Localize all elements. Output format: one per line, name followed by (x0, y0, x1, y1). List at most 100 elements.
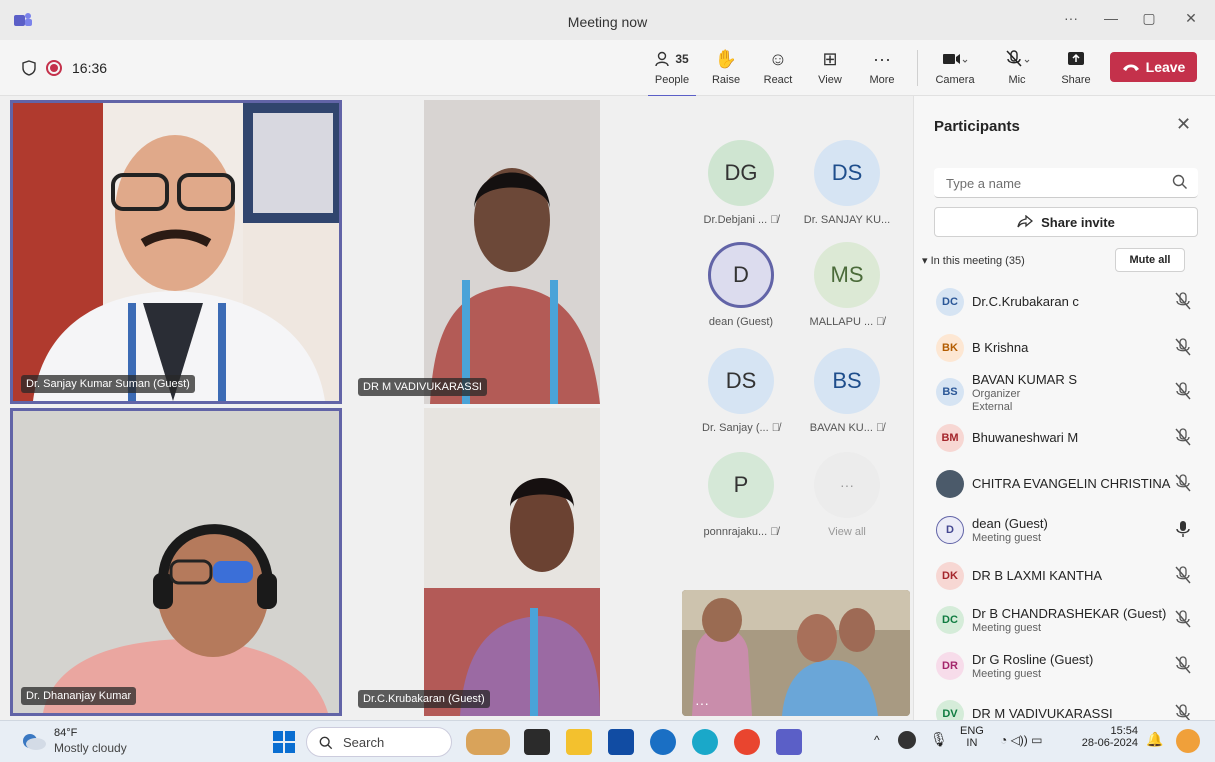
mic-off-icon: 🎙̸ (770, 526, 779, 538)
network-volume-battery-icons[interactable]: ◔ ◁)) ▭ (1000, 733, 1042, 747)
share-label: Share (1061, 74, 1091, 86)
widgets-icon[interactable] (466, 729, 510, 755)
participant-row[interactable]: DC Dr.C.Krubakaran c (934, 282, 1198, 322)
video-stage: Dr. Sanjay Kumar Suman (Guest) DR M VADI… (0, 96, 912, 720)
ellipsis-icon: ··· (873, 49, 891, 69)
avatar-name: Dr. Sanjay (... (702, 422, 769, 434)
participant-row[interactable]: CHITRA EVANGELIN CHRISTINA (934, 464, 1198, 504)
recording-icon (46, 60, 62, 76)
shield-icon[interactable] (22, 60, 36, 76)
mic-off-icon: 🎙̸ (875, 422, 885, 434)
avatar-tile[interactable]: DG Dr.Debjani ... 🎙̸ (686, 140, 796, 226)
mic-off-icon[interactable] (1174, 292, 1192, 310)
participant-role: Organizer (972, 388, 1021, 400)
mic-off-icon[interactable] (1174, 338, 1192, 356)
tray-app-icon[interactable] (898, 731, 916, 749)
grid-icon: ⊞ (822, 49, 838, 69)
view-all-button[interactable]: ··· View all (792, 452, 902, 538)
people-button[interactable]: 35 People (648, 46, 696, 97)
video-tile[interactable]: Dr. Sanjay Kumar Suman (Guest) (10, 100, 342, 404)
avatar: DS (814, 140, 880, 206)
mic-on-icon[interactable] (1174, 520, 1192, 538)
participant-name: Dr G Rosline (Guest) (972, 652, 1094, 667)
view-button[interactable]: ⊞ View (806, 46, 854, 92)
camera-button[interactable]: Camera (928, 46, 982, 92)
mic-off-icon[interactable] (1174, 474, 1192, 492)
participant-video (424, 408, 600, 716)
leave-button[interactable]: Leave (1110, 52, 1197, 82)
edge-icon[interactable] (692, 729, 718, 755)
windows-start-icon[interactable] (272, 730, 296, 754)
view-all-label: View all (828, 526, 866, 538)
close-icon[interactable]: ✕ (1176, 114, 1191, 135)
clock-date: 28-06-2024 (1081, 737, 1138, 749)
video-tile[interactable]: DR M VADIVUKARASSI (350, 100, 600, 404)
mic-off-icon[interactable] (1174, 566, 1192, 584)
participant-name: CHITRA EVANGELIN CHRISTINA (972, 476, 1171, 491)
avatar-tile[interactable]: DS Dr. SANJAY KU... (792, 140, 902, 226)
clock[interactable]: 15:54 28-06-2024 (1076, 725, 1138, 749)
avatar: BM (936, 424, 964, 452)
share-button[interactable]: Share (1052, 46, 1100, 92)
participant-row[interactable]: BK B Krishna (934, 328, 1198, 368)
avatar-tile[interactable]: MS MALLAPU ... 🎙̸ (792, 242, 902, 328)
share-invite-button[interactable]: Share invite (934, 207, 1198, 237)
hang-up-icon (1122, 64, 1139, 71)
avatar-tile[interactable]: P ponnrajaku... 🎙̸ (686, 452, 796, 538)
participant-row[interactable]: DC Dr B CHANDRASHEKAR (Guest) Meeting gues… (934, 600, 1198, 640)
microphone-icon[interactable]: 🎙 (930, 731, 948, 748)
language-code: ENG (960, 725, 984, 737)
participant-row[interactable]: DK DR B LAXMI KANTHA (934, 556, 1198, 596)
avatar: D (936, 516, 964, 544)
participant-name-label: Dr. Sanjay Kumar Suman (Guest) (21, 375, 195, 393)
participant-row[interactable]: BS BAVAN KUMAR S Organizer External (934, 372, 1198, 413)
close-window-button[interactable]: ✕ (1180, 10, 1202, 30)
microsoft-store-icon[interactable] (608, 729, 634, 755)
avatar: DC (936, 288, 964, 316)
taskbar-search-box[interactable]: Search (306, 727, 452, 757)
video-tile[interactable]: Dr.C.Krubakaran (Guest) (350, 408, 600, 716)
mic-button[interactable]: Mic (990, 46, 1044, 92)
minimize-button[interactable]: — (1100, 10, 1122, 30)
in-meeting-section-toggle[interactable]: ▾ In this meeting (35) (922, 254, 1025, 267)
participant-row[interactable]: DR Dr G Rosline (Guest) Meeting guest (934, 646, 1198, 686)
raise-hand-button[interactable]: ✋ Raise (702, 46, 750, 92)
chevron-up-icon[interactable]: ^ (874, 733, 880, 747)
notification-bell-icon[interactable]: 🔔 (1146, 731, 1163, 748)
dell-icon[interactable] (650, 729, 676, 755)
mic-off-icon[interactable] (1174, 382, 1192, 400)
task-view-icon[interactable] (524, 729, 550, 755)
room-preview-tile[interactable]: ··· (682, 590, 910, 716)
participant-video (424, 100, 600, 404)
chrome-icon[interactable] (734, 729, 760, 755)
participant-search-input[interactable]: Type a name (934, 168, 1198, 198)
more-button[interactable]: ··· More (858, 46, 906, 92)
copilot-icon[interactable] (1176, 729, 1200, 753)
participant-name: B Krishna (972, 340, 1029, 355)
participant-row[interactable]: BM Bhuwaneshwari M (934, 418, 1198, 458)
react-button[interactable]: ☺ React (754, 46, 802, 92)
mic-off-icon[interactable] (1174, 656, 1192, 674)
video-tile[interactable]: Dr. Dhananjay Kumar (10, 408, 342, 716)
avatar-tile[interactable]: D dean (Guest) (686, 242, 796, 328)
avatar: DS (708, 348, 774, 414)
language-indicator[interactable]: ENG IN (960, 725, 984, 749)
camera-icon (943, 54, 968, 64)
participant-row[interactable]: Ddean (Guest) Meeting guest (934, 510, 1198, 550)
restore-button[interactable]: ▢ (1138, 10, 1160, 30)
teams-taskbar-icon[interactable] (776, 729, 802, 755)
more-options-icon[interactable]: ··· (1060, 10, 1082, 30)
mic-off-icon[interactable] (1174, 610, 1192, 628)
participant-video (13, 411, 339, 713)
participant-name-label: Dr.C.Krubakaran (Guest) (358, 690, 490, 708)
title-bar: Meeting now ··· — ▢ ✕ (0, 0, 1215, 40)
smiley-icon: ☺ (768, 49, 788, 69)
avatar-tile[interactable]: DS Dr. Sanjay (... 🎙̸ (686, 348, 796, 434)
participant-name: BAVAN KUMAR S (972, 372, 1077, 387)
mic-off-icon[interactable] (1174, 428, 1192, 446)
avatar-tile[interactable]: BS BAVAN KU... 🎙̸ (792, 348, 902, 434)
file-explorer-icon[interactable] (566, 729, 592, 755)
windows-taskbar: 84°F Mostly cloudy Search ^ 🎙 ENG IN ◔ ◁… (0, 720, 1215, 762)
mute-all-button[interactable]: Mute all (1115, 248, 1185, 272)
ellipsis-icon[interactable]: ··· (690, 692, 714, 714)
